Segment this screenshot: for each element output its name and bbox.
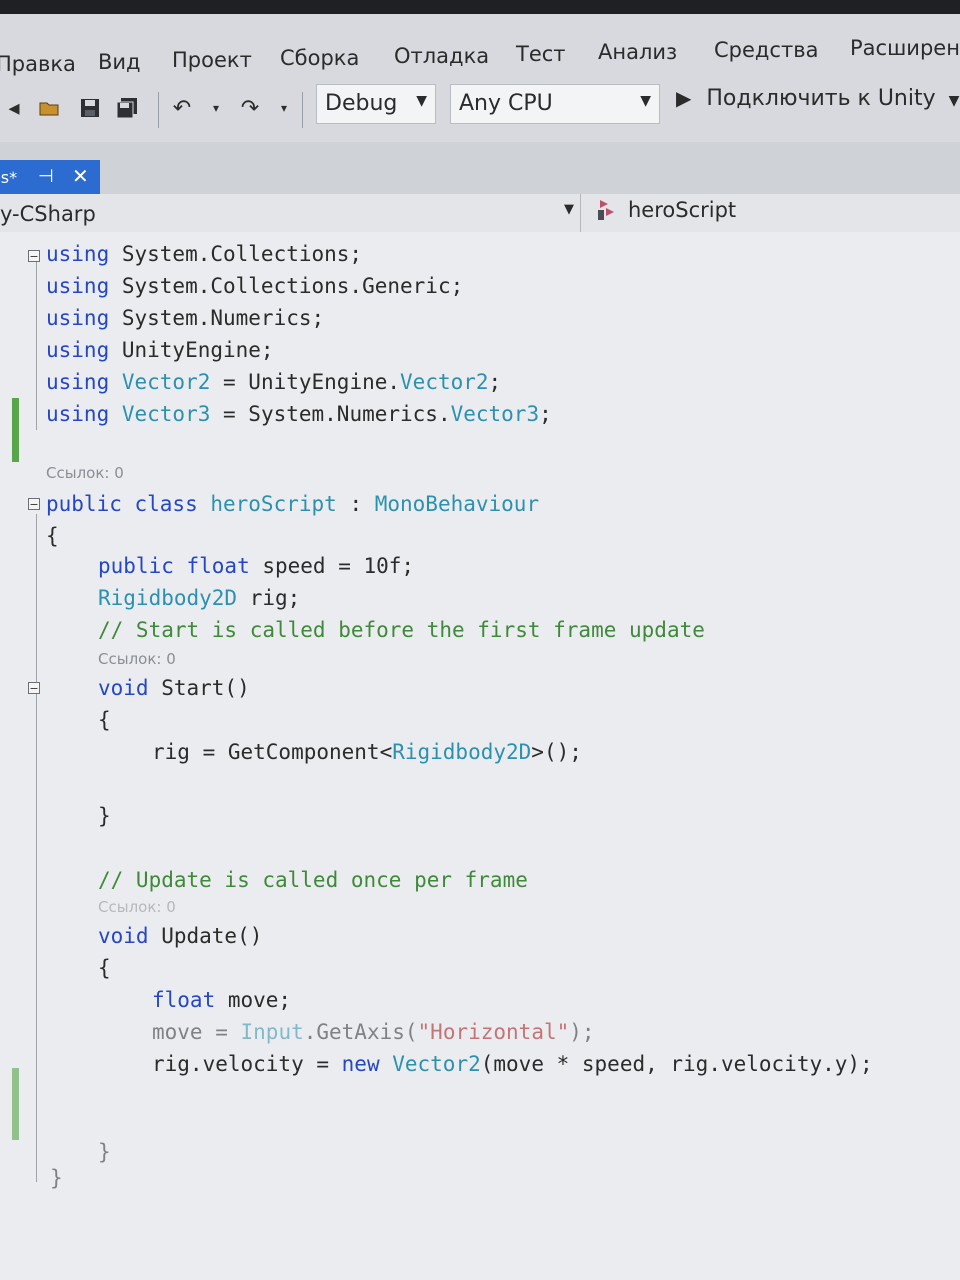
code-line: public class heroScript : MonoBehaviour	[46, 492, 540, 516]
code-line: move = Input.GetAxis("Horizontal");	[152, 1020, 595, 1044]
indent-guide	[36, 514, 37, 1182]
play-icon: ▶	[676, 86, 692, 110]
tab-label: cs*	[0, 168, 18, 187]
configuration-select[interactable]: Debug ▼	[316, 84, 436, 124]
code-line: using UnityEngine;	[46, 338, 274, 362]
code-line: using System.Collections;	[46, 242, 363, 266]
menu-item-project[interactable]: Проект	[172, 48, 252, 72]
document-tab-strip	[0, 142, 960, 194]
attach-to-unity-label: Подключить к Unity	[706, 86, 936, 111]
close-icon[interactable]: ✕	[72, 164, 89, 188]
toolbar-separator	[302, 92, 303, 128]
code-line: float move;	[152, 988, 292, 1012]
code-line: using System.Collections.Generic;	[46, 274, 464, 298]
platform-value: Any CPU	[459, 91, 553, 116]
open-file-icon[interactable]	[36, 94, 64, 122]
window-top-strip	[0, 0, 960, 14]
save-icon[interactable]	[76, 94, 104, 122]
menu-item-tools[interactable]: Средства	[714, 38, 818, 62]
chevron-down-icon: ▼	[564, 202, 574, 217]
back-icon[interactable]: ◂	[0, 94, 28, 122]
change-marker	[12, 1068, 19, 1140]
code-line: {	[98, 708, 111, 732]
code-comment: // Start is called before the first fram…	[98, 618, 705, 642]
code-line: using System.Numerics;	[46, 306, 325, 330]
code-line: }	[98, 804, 111, 828]
menu-item-build[interactable]: Сборка	[280, 46, 359, 70]
references-codelens[interactable]: Ссылок: 0	[98, 898, 176, 916]
menu-item-edit[interactable]: Правка	[0, 52, 76, 76]
menu-bar: Правка Вид Проект Сборка Отладка Тест Ан…	[0, 14, 960, 80]
code-line: Rigidbody2D rig;	[98, 586, 301, 610]
code-editor[interactable]: − − − using System.Collections; using Sy…	[0, 232, 960, 1280]
chevron-down-icon: ▼	[948, 93, 960, 109]
navigation-bar: y-CSharp ▼ heroScript	[0, 194, 960, 233]
references-codelens[interactable]: Ссылок: 0	[98, 650, 176, 668]
chevron-down-icon: ▼	[416, 93, 427, 109]
configuration-value: Debug	[325, 91, 398, 116]
menu-item-test[interactable]: Тест	[516, 42, 566, 66]
project-name: y-CSharp	[0, 202, 96, 226]
save-all-icon[interactable]	[114, 94, 142, 122]
type-name: heroScript	[628, 198, 737, 222]
undo-icon[interactable]: ↶	[168, 94, 196, 122]
collapse-icon[interactable]: −	[28, 682, 40, 694]
menu-item-analyze[interactable]: Анализ	[598, 40, 677, 64]
indent-guide	[36, 262, 37, 430]
code-line: rig = GetComponent<Rigidbody2D>();	[152, 740, 582, 764]
type-dropdown[interactable]: heroScript	[590, 194, 960, 232]
references-codelens[interactable]: Ссылок: 0	[46, 464, 124, 482]
platform-select[interactable]: Any CPU ▼	[450, 84, 660, 124]
code-line: {	[98, 956, 111, 980]
redo-icon[interactable]: ↷	[236, 94, 264, 122]
code-line: }	[50, 1166, 63, 1190]
menu-item-view[interactable]: Вид	[98, 50, 141, 74]
code-line: using Vector2 = UnityEngine.Vector2;	[46, 370, 502, 394]
change-marker	[12, 398, 19, 462]
chevron-down-icon: ▼	[640, 93, 651, 109]
tab-heroscript[interactable]: cs* ⊣ ✕	[0, 160, 100, 196]
code-line: void Start()	[98, 676, 250, 700]
redo-dropdown-icon[interactable]: ▾	[270, 94, 298, 122]
code-line: {	[46, 524, 59, 548]
code-line: rig.velocity = new Vector2(move * speed,…	[152, 1052, 873, 1076]
code-comment: // Update is called once per frame	[98, 868, 528, 892]
collapse-icon[interactable]: −	[28, 498, 40, 510]
collapse-icon[interactable]: −	[28, 250, 40, 262]
undo-dropdown-icon[interactable]: ▾	[202, 94, 230, 122]
attach-to-unity-button[interactable]: ▶ Подключить к Unity ▼	[676, 86, 959, 122]
menu-item-extensions[interactable]: Расширен	[850, 36, 960, 60]
toolbar-separator	[158, 92, 159, 128]
code-line: using Vector3 = System.Numerics.Vector3;	[46, 402, 552, 426]
pin-icon[interactable]: ⊣	[38, 166, 54, 187]
menu-item-debug[interactable]: Отладка	[394, 44, 489, 68]
class-icon	[594, 196, 622, 229]
code-line: public float speed = 10f;	[98, 554, 415, 578]
project-dropdown[interactable]: y-CSharp ▼	[0, 194, 581, 232]
code-line: }	[98, 1140, 111, 1164]
code-line: void Update()	[98, 924, 263, 948]
